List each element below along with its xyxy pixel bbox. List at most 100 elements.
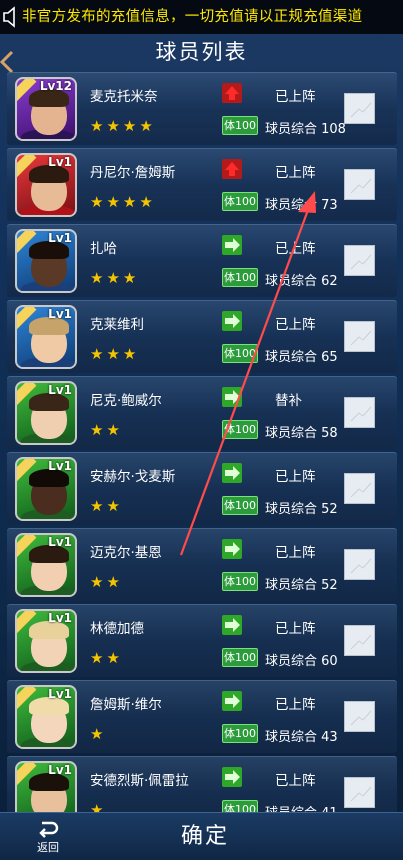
player-level: Lv1 bbox=[48, 307, 72, 321]
player-status: 已上阵 bbox=[275, 241, 316, 257]
player-name: 安赫尔·戈麦斯 bbox=[90, 469, 176, 485]
player-level: Lv1 bbox=[48, 763, 72, 777]
player-avatar: Lv1 bbox=[15, 685, 77, 749]
player-status: 已上阵 bbox=[275, 89, 316, 105]
player-row[interactable]: Lv1 安赫尔·戈麦斯 ★★ 已上阵 体100 球员综合 52 bbox=[7, 452, 397, 525]
player-avatar: Lv1 bbox=[15, 153, 77, 217]
player-row[interactable]: Lv1 克莱维利 ★★★ 已上阵 体100 球员综合 65 bbox=[7, 300, 397, 373]
green-right-arrow-icon bbox=[222, 311, 242, 331]
green-right-arrow-icon bbox=[222, 767, 242, 787]
select-checkbox[interactable] bbox=[344, 473, 375, 504]
player-name: 扎哈 bbox=[90, 241, 117, 257]
page-title: 球员列表 bbox=[155, 40, 248, 64]
checkbox-icon bbox=[350, 634, 372, 650]
player-overall: 球员综合 73 bbox=[265, 198, 338, 213]
player-status: 已上阵 bbox=[275, 165, 316, 181]
checkbox-icon bbox=[350, 330, 372, 346]
player-stars: ★★ bbox=[90, 649, 123, 667]
player-overall: 球员综合 60 bbox=[265, 654, 338, 669]
stamina-badge: 体100 bbox=[222, 192, 258, 211]
checkbox-icon bbox=[350, 786, 372, 802]
checkbox-icon bbox=[350, 102, 372, 118]
player-row[interactable]: Lv1 林德加德 ★★ 已上阵 体100 球员综合 60 bbox=[7, 604, 397, 677]
player-status: 已上阵 bbox=[275, 469, 316, 485]
player-row[interactable]: Lv1 扎哈 ★★★ 已上阵 体100 球员综合 62 bbox=[7, 224, 397, 297]
select-checkbox[interactable] bbox=[344, 93, 375, 124]
player-level: Lv1 bbox=[48, 231, 72, 245]
red-up-arrow-icon bbox=[222, 83, 242, 103]
player-avatar: Lv12 bbox=[15, 77, 77, 141]
title-bar: 球员列表 bbox=[0, 34, 403, 74]
back-button[interactable]: 返回 bbox=[28, 817, 68, 859]
player-avatar: Lv1 bbox=[15, 533, 77, 597]
player-level: Lv1 bbox=[48, 459, 72, 473]
player-row[interactable]: Lv1 丹尼尔·詹姆斯 ★★★★ 已上阵 体100 球员综合 73 bbox=[7, 148, 397, 221]
green-right-arrow-icon bbox=[222, 539, 242, 559]
player-overall: 球员综合 58 bbox=[265, 426, 338, 441]
player-name: 詹姆斯·维尔 bbox=[90, 697, 162, 713]
player-list[interactable]: Lv12 麦克托米奈 ★★★★ 已上阵 体100 球员综合 108 Lv1 丹尼… bbox=[7, 72, 397, 812]
player-name: 迈克尔·基恩 bbox=[90, 545, 162, 561]
player-overall: 球员综合 43 bbox=[265, 730, 338, 745]
player-name: 尼克·鲍威尔 bbox=[90, 393, 162, 409]
stamina-badge: 体100 bbox=[222, 648, 258, 667]
player-status: 已上阵 bbox=[275, 317, 316, 333]
green-right-arrow-icon bbox=[222, 387, 242, 407]
green-right-arrow-icon bbox=[222, 235, 242, 255]
stamina-badge: 体100 bbox=[222, 420, 258, 439]
player-name: 林德加德 bbox=[90, 621, 144, 637]
stamina-badge: 体100 bbox=[222, 496, 258, 515]
player-status: 已上阵 bbox=[275, 545, 316, 561]
player-avatar: Lv1 bbox=[15, 229, 77, 293]
bottom-bar: 返回 确定 bbox=[0, 812, 403, 860]
player-avatar: Lv1 bbox=[15, 457, 77, 521]
player-name: 麦克托米奈 bbox=[90, 89, 158, 105]
player-row[interactable]: Lv1 迈克尔·基恩 ★★ 已上阵 体100 球员综合 52 bbox=[7, 528, 397, 601]
back-arrow-icon bbox=[39, 821, 59, 838]
confirm-button[interactable]: 确定 bbox=[160, 821, 250, 853]
select-checkbox[interactable] bbox=[344, 397, 375, 428]
player-row[interactable]: Lv12 麦克托米奈 ★★★★ 已上阵 体100 球员综合 108 bbox=[7, 72, 397, 145]
red-up-arrow-icon bbox=[222, 159, 242, 179]
green-right-arrow-icon bbox=[222, 463, 242, 483]
player-level: Lv1 bbox=[48, 535, 72, 549]
player-level: Lv1 bbox=[48, 383, 72, 397]
player-row[interactable]: Lv1 尼克·鲍威尔 ★★ 替补 体100 球员综合 58 bbox=[7, 376, 397, 449]
player-stars: ★★★★ bbox=[90, 193, 156, 211]
select-checkbox[interactable] bbox=[344, 549, 375, 580]
stamina-badge: 体100 bbox=[222, 724, 258, 743]
player-level: Lv12 bbox=[39, 79, 72, 93]
green-right-arrow-icon bbox=[222, 615, 242, 635]
player-avatar: Lv1 bbox=[15, 609, 77, 673]
select-checkbox[interactable] bbox=[344, 625, 375, 656]
player-name: 安德烈斯·佩雷拉 bbox=[90, 773, 189, 789]
player-overall: 球员综合 52 bbox=[265, 502, 338, 517]
checkbox-icon bbox=[350, 254, 372, 270]
select-checkbox[interactable] bbox=[344, 321, 375, 352]
player-overall: 球员综合 108 bbox=[265, 122, 346, 137]
select-checkbox[interactable] bbox=[344, 777, 375, 808]
stamina-badge: 体100 bbox=[222, 344, 258, 363]
player-stars: ★★★★ bbox=[90, 117, 156, 135]
select-checkbox[interactable] bbox=[344, 701, 375, 732]
green-right-arrow-icon bbox=[222, 691, 242, 711]
player-stars: ★★★ bbox=[90, 345, 140, 363]
player-stars: ★★ bbox=[90, 497, 123, 515]
player-row[interactable]: Lv1 安德烈斯·佩雷拉 ★ 已上阵 体100 球员综合 41 bbox=[7, 756, 397, 812]
notice-bar: 非官方发布的充值信息，一切充值请以正规充值渠道 bbox=[0, 0, 403, 34]
player-name: 丹尼尔·詹姆斯 bbox=[90, 165, 176, 181]
player-stars: ★★ bbox=[90, 573, 123, 591]
select-checkbox[interactable] bbox=[344, 245, 375, 276]
player-row[interactable]: Lv1 詹姆斯·维尔 ★ 已上阵 体100 球员综合 43 bbox=[7, 680, 397, 753]
player-level: Lv1 bbox=[48, 611, 72, 625]
player-avatar: Lv1 bbox=[15, 305, 77, 369]
select-checkbox[interactable] bbox=[344, 169, 375, 200]
checkbox-icon bbox=[350, 482, 372, 498]
player-name: 克莱维利 bbox=[90, 317, 144, 333]
stamina-badge: 体100 bbox=[222, 800, 258, 812]
player-overall: 球员综合 52 bbox=[265, 578, 338, 593]
player-level: Lv1 bbox=[48, 155, 72, 169]
notice-text: 非官方发布的充值信息，一切充值请以正规充值渠道 bbox=[22, 9, 363, 25]
player-stars: ★ bbox=[90, 801, 107, 812]
player-avatar: Lv1 bbox=[15, 761, 77, 812]
